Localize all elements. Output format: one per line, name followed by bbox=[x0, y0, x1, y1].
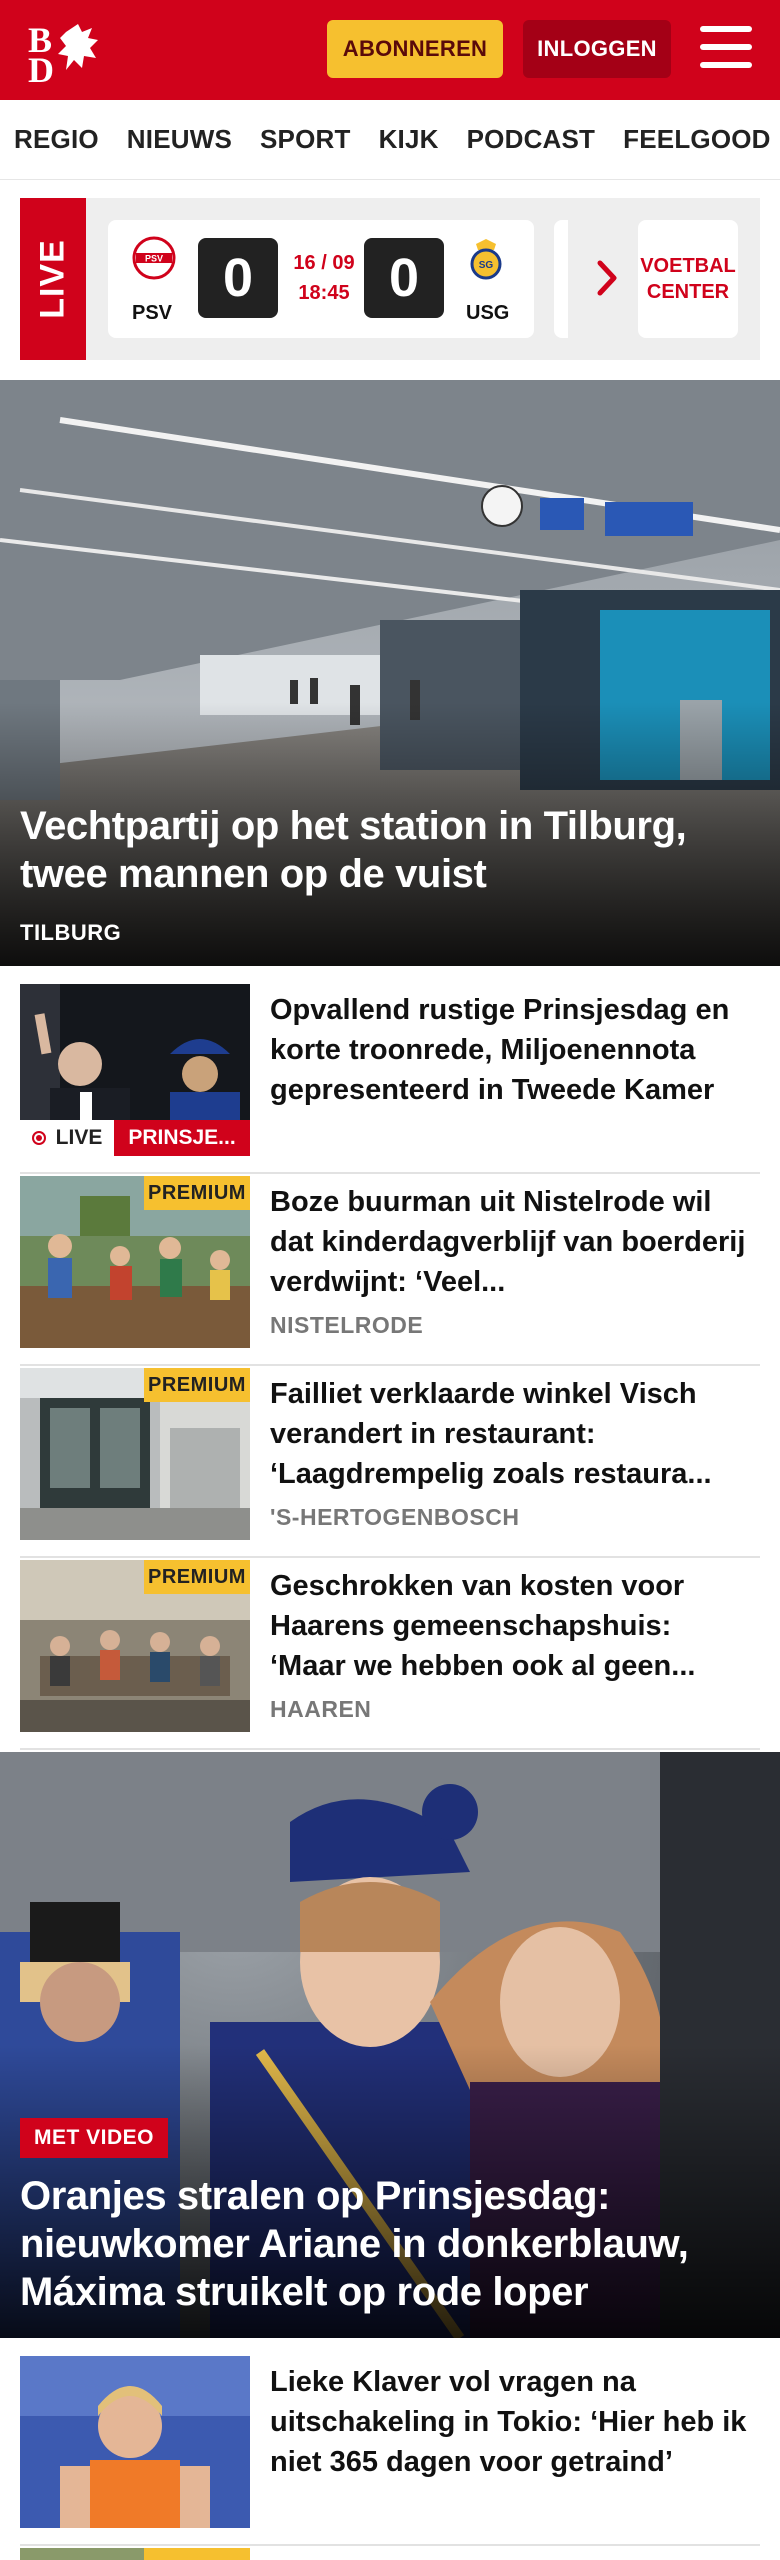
svg-text:PSV: PSV bbox=[145, 254, 163, 264]
nav-item-kijk[interactable]: KIJK bbox=[365, 100, 453, 155]
feature-article[interactable]: MET VIDEO Oranjes stralen op Prinsjesdag… bbox=[0, 1752, 780, 2338]
feature-title[interactable]: Oranjes stralen op Prinsjesdag: nieuwkom… bbox=[20, 2172, 760, 2316]
article-title[interactable]: Opvallend rustige Prinsjesdag en korte t… bbox=[270, 990, 750, 1110]
match-card[interactable]: PSV PSV 0 16 / 09 18:45 0 SG USG bbox=[108, 220, 534, 338]
usg-logo-icon: SG bbox=[464, 236, 508, 280]
live-badge: LIVE PRINSJE... bbox=[20, 1120, 250, 1156]
article-location: 'S-HERTOGENBOSCH bbox=[270, 1504, 520, 1530]
article-title[interactable]: Lieke Klaver vol vragen na uitschakeling… bbox=[270, 2362, 750, 2482]
article-thumbnail: PREMIUM bbox=[20, 1368, 250, 1540]
article-thumbnail bbox=[20, 2356, 250, 2528]
live-dot-icon bbox=[31, 1131, 46, 1145]
live-label: LIVE bbox=[20, 198, 86, 360]
premium-badge: PREMIUM bbox=[144, 1368, 250, 1402]
away-score: 0 bbox=[364, 238, 444, 318]
article-location: NISTELRODE bbox=[270, 1312, 424, 1338]
home-team-name: PSV bbox=[132, 302, 173, 324]
article-location: HAAREN bbox=[270, 1696, 372, 1722]
list-item[interactable]: LIVE PRINSJE... Opvallend rustige Prinsj… bbox=[20, 984, 760, 1174]
hero-article[interactable]: Vechtpartij op het station in Tilburg, t… bbox=[0, 380, 780, 966]
nav-item-feelgood[interactable]: FEELGOOD bbox=[609, 100, 780, 155]
hero-location: TILBURG bbox=[20, 920, 122, 945]
nav-item-podcast[interactable]: PODCAST bbox=[453, 100, 610, 155]
chevron-right-icon[interactable] bbox=[588, 253, 628, 303]
article-thumbnail: PREMIUM bbox=[20, 1176, 250, 1348]
home-score: 0 bbox=[198, 238, 278, 318]
article-thumbnail: PREMIUM bbox=[20, 1560, 250, 1732]
list-item[interactable]: PREMIUM Geschrokken van kosten voor Haar… bbox=[20, 1560, 760, 1750]
hero-title[interactable]: Vechtpartij op het station in Tilburg, t… bbox=[20, 802, 760, 898]
match-datetime: 16 / 09 18:45 bbox=[293, 252, 355, 304]
voetbal-center-button[interactable]: VOETBAL CENTER bbox=[638, 220, 738, 338]
svg-text:SG: SG bbox=[479, 260, 494, 271]
nav-item-nieuws[interactable]: NIEUWS bbox=[113, 100, 246, 155]
premium-badge: PREMIUM bbox=[144, 1560, 250, 1594]
list-item[interactable]: Lieke Klaver vol vragen na uitschakeling… bbox=[20, 2356, 760, 2546]
bd-logo[interactable]: B D bbox=[26, 18, 116, 90]
nav-item-regio[interactable]: REGIO bbox=[0, 100, 113, 155]
list-item[interactable]: PREMIUM Boze buurman uit Nistelrode wil … bbox=[20, 1176, 760, 1366]
live-scores-strip: LIVE PSV PSV 0 16 / 09 18:45 0 SG USG VO bbox=[20, 198, 760, 360]
next-match-card-edge[interactable] bbox=[554, 220, 568, 338]
site-header: B D ABONNEREN INLOGGEN bbox=[0, 0, 780, 100]
article-title[interactable]: Boze buurman uit Nistelrode wil dat kind… bbox=[270, 1182, 750, 1302]
psv-logo-icon: PSV bbox=[132, 236, 176, 280]
main-nav: REGIONIEUWSSPORTKIJKPODCASTFEELGOODI bbox=[0, 100, 780, 180]
away-team-name: USG bbox=[466, 302, 510, 324]
subscribe-button[interactable]: ABONNEREN bbox=[327, 20, 503, 78]
svg-text:D: D bbox=[28, 50, 54, 84]
premium-badge: PREMIUM bbox=[144, 1176, 250, 1210]
article-title[interactable]: Geschrokken van kosten voor Haarens geme… bbox=[270, 1566, 750, 1686]
list-item[interactable]: PREMIUM Failliet verklaarde winkel Visch… bbox=[20, 1368, 760, 1558]
live-topic-tag: PRINSJE... bbox=[114, 1120, 250, 1156]
list-item-peek bbox=[20, 2548, 250, 2560]
nav-item-sport[interactable]: SPORT bbox=[246, 100, 365, 155]
login-button[interactable]: INLOGGEN bbox=[523, 20, 671, 78]
video-badge: MET VIDEO bbox=[20, 2118, 169, 2158]
hamburger-icon[interactable] bbox=[700, 26, 752, 72]
article-title[interactable]: Failliet verklaarde winkel Visch verande… bbox=[270, 1374, 750, 1494]
